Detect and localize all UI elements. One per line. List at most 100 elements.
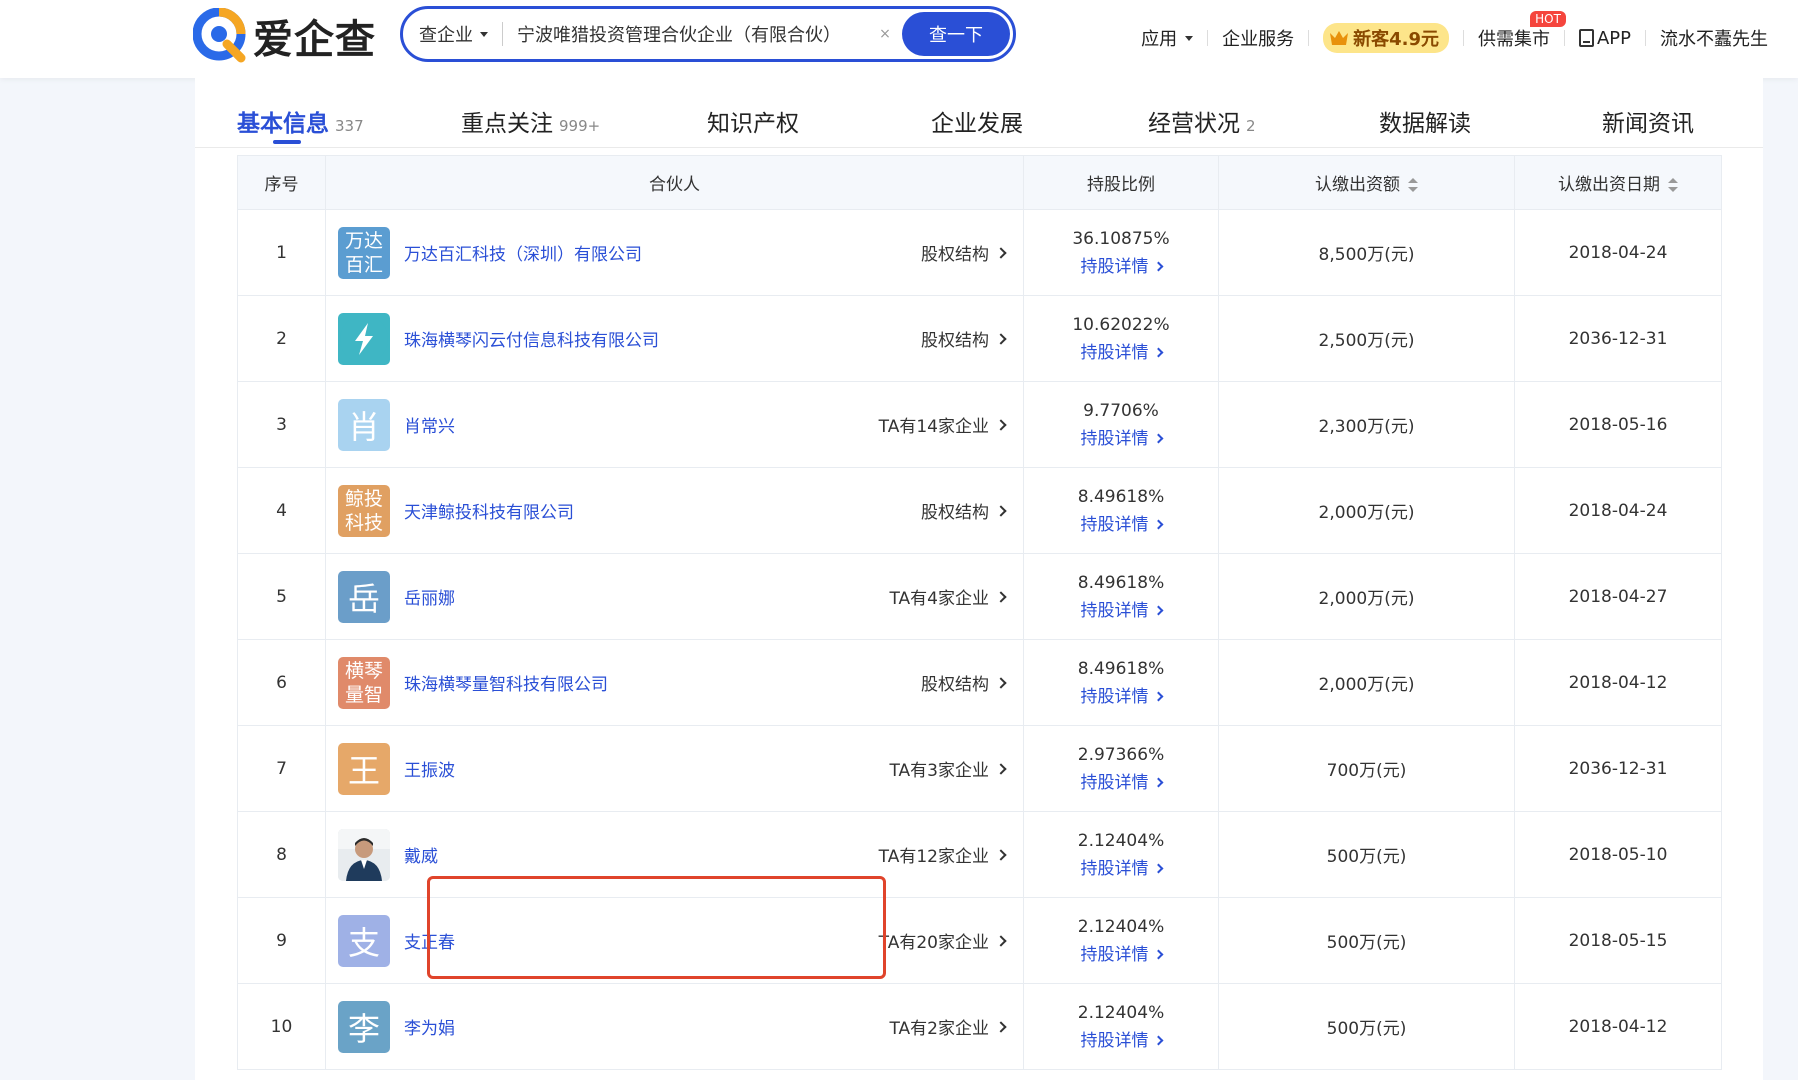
tab-key-focus[interactable]: 重点关注 999+: [461, 104, 600, 138]
avatar[interactable]: 岳: [338, 570, 390, 623]
top-nav: 应用 企业服务 新客4.9元 供需集市 HOT APP 流水不蠹先生: [1141, 11, 1768, 58]
holding-detail-link[interactable]: 持股详情: [1081, 597, 1163, 625]
row-index: 1: [237, 209, 326, 296]
partner-relation-link[interactable]: TA有2家企业: [889, 1014, 1007, 1039]
sort-icon[interactable]: [1408, 178, 1418, 192]
promo-new-customer[interactable]: 新客4.9元: [1323, 23, 1449, 53]
date-cell: 2018-04-24: [1514, 209, 1722, 296]
holding-detail-link[interactable]: 持股详情: [1081, 855, 1163, 883]
partner-name-link[interactable]: 万达百汇科技（深圳）有限公司: [404, 240, 642, 265]
tab-label: 新闻资讯: [1602, 111, 1694, 137]
ratio-cell: 8.49618% 持股详情: [1023, 639, 1219, 726]
chevron-right-icon: [995, 1020, 1007, 1033]
ratio-cell: 10.62022% 持股详情: [1023, 295, 1219, 382]
amount-cell: 2,000万(元): [1218, 553, 1515, 640]
partner-name-link[interactable]: 王振波: [404, 756, 455, 781]
avatar[interactable]: 肖: [338, 398, 390, 451]
partner-relation-link[interactable]: TA有12家企业: [879, 842, 1007, 867]
ratio-cell: 36.10875% 持股详情: [1023, 209, 1219, 296]
search-type-dropdown[interactable]: 查企业: [403, 21, 488, 47]
partner-name-link[interactable]: 戴威: [404, 842, 438, 867]
search-input[interactable]: [517, 23, 867, 45]
partner-name-link[interactable]: 岳丽娜: [404, 584, 455, 609]
partner-relation-link[interactable]: TA有4家企业: [889, 584, 1007, 609]
partner-name-link[interactable]: 天津鲸投科技有限公司: [404, 498, 574, 523]
header-amount[interactable]: 认缴出资额: [1218, 155, 1515, 210]
ratio-cell: 2.12404% 持股详情: [1023, 811, 1219, 898]
date-cell: 2018-04-24: [1514, 467, 1722, 554]
table-body: 1 万达百汇 万达百汇科技（深圳）有限公司 股权结构 36.10875% 持股详情 8,50…: [237, 209, 1722, 1070]
chevron-right-icon: [995, 590, 1007, 603]
avatar[interactable]: 李: [338, 1000, 390, 1053]
tab-label: 数据解读: [1379, 111, 1471, 137]
row-index: 10: [237, 983, 326, 1070]
avatar[interactable]: 王: [338, 742, 390, 795]
date-cell: 2018-05-16: [1514, 381, 1722, 468]
user-name[interactable]: 流水不蠹先生: [1660, 25, 1768, 51]
date-cell: 2018-05-10: [1514, 811, 1722, 898]
header-date[interactable]: 认缴出资日期: [1514, 155, 1722, 210]
nav-apps[interactable]: 应用: [1141, 25, 1194, 51]
row-index: 9: [237, 897, 326, 984]
partner-relation-link[interactable]: TA有20家企业: [879, 928, 1007, 953]
avatar[interactable]: 鲸投科技: [338, 484, 390, 537]
amount-cell: 2,500万(元): [1218, 295, 1515, 382]
tab-ip[interactable]: 知识产权: [707, 104, 799, 138]
partner-name-link[interactable]: 肖常兴: [404, 412, 455, 437]
holding-detail-link[interactable]: 持股详情: [1081, 511, 1163, 539]
holding-detail-link[interactable]: 持股详情: [1081, 425, 1163, 453]
row-index: 7: [237, 725, 326, 812]
chevron-right-icon: [1153, 605, 1163, 616]
avatar[interactable]: 万达百汇: [338, 226, 390, 279]
partner-relation-link[interactable]: 股权结构: [921, 498, 1007, 523]
logo[interactable]: 爱企查: [193, 6, 376, 66]
ratio-cell: 2.97366% 持股详情: [1023, 725, 1219, 812]
table-row: 4 鲸投科技 天津鲸投科技有限公司 股权结构 8.49618% 持股详情 2,000万(元)…: [237, 467, 1722, 554]
nav-app[interactable]: APP: [1578, 28, 1631, 49]
tab-data-insight[interactable]: 数据解读: [1379, 104, 1471, 138]
search-button[interactable]: 查一下: [902, 12, 1010, 56]
ratio-cell: 9.7706% 持股详情: [1023, 381, 1219, 468]
holding-detail-link[interactable]: 持股详情: [1081, 253, 1163, 281]
nav-divider: [1563, 30, 1565, 46]
avatar[interactable]: [338, 312, 390, 365]
tab-count: 337: [335, 117, 364, 135]
tab-basic-info[interactable]: 基本信息 337: [237, 104, 364, 138]
partner-name-link[interactable]: 珠海横琴量智科技有限公司: [404, 670, 608, 695]
tab-news[interactable]: 新闻资讯: [1602, 104, 1694, 138]
avatar[interactable]: 支: [338, 914, 390, 967]
partner-name-link[interactable]: 支正春: [404, 928, 455, 953]
chevron-right-icon: [1153, 949, 1163, 960]
chevron-right-icon: [995, 676, 1007, 689]
nav-supply-demand[interactable]: 供需集市 HOT: [1478, 11, 1566, 51]
avatar-text: 横琴量智: [344, 659, 383, 706]
partner-relation-link[interactable]: 股权结构: [921, 326, 1007, 351]
avatar[interactable]: 横琴量智: [338, 656, 390, 709]
avatar-text: 鲸投科技: [344, 487, 383, 534]
holding-detail-link[interactable]: 持股详情: [1081, 769, 1163, 797]
holding-detail-link[interactable]: 持股详情: [1081, 941, 1163, 969]
nav-enterprise-service[interactable]: 企业服务: [1222, 25, 1294, 51]
clear-icon[interactable]: ×: [875, 24, 895, 44]
partner-name-link[interactable]: 李为娟: [404, 1014, 455, 1039]
amount-cell: 2,000万(元): [1218, 639, 1515, 726]
holding-detail-link[interactable]: 持股详情: [1081, 1027, 1163, 1055]
partner-name-link[interactable]: 珠海横琴闪云付信息科技有限公司: [404, 326, 659, 351]
partner-cell: 戴威 TA有12家企业: [325, 811, 1024, 898]
avatar[interactable]: [338, 828, 390, 881]
partner-relation-link[interactable]: TA有14家企业: [879, 412, 1007, 437]
partner-relation-link[interactable]: 股权结构: [921, 240, 1007, 265]
holding-detail-link[interactable]: 持股详情: [1080, 339, 1163, 367]
holding-detail-label: 持股详情: [1080, 342, 1149, 363]
ratio-cell: 2.12404% 持股详情: [1023, 983, 1219, 1070]
partner-relation-link[interactable]: TA有3家企业: [889, 756, 1007, 781]
tab-development[interactable]: 企业发展: [931, 104, 1023, 138]
partner-relation-link[interactable]: 股权结构: [921, 670, 1007, 695]
partner-cell: 珠海横琴闪云付信息科技有限公司 股权结构: [325, 295, 1024, 382]
row-index: 6: [237, 639, 326, 726]
tab-operations[interactable]: 经营状况 2: [1148, 104, 1256, 138]
sort-icon[interactable]: [1668, 178, 1678, 192]
holding-detail-link[interactable]: 持股详情: [1080, 683, 1163, 711]
chevron-right-icon: [995, 934, 1007, 947]
holding-detail-label: 持股详情: [1080, 686, 1149, 707]
